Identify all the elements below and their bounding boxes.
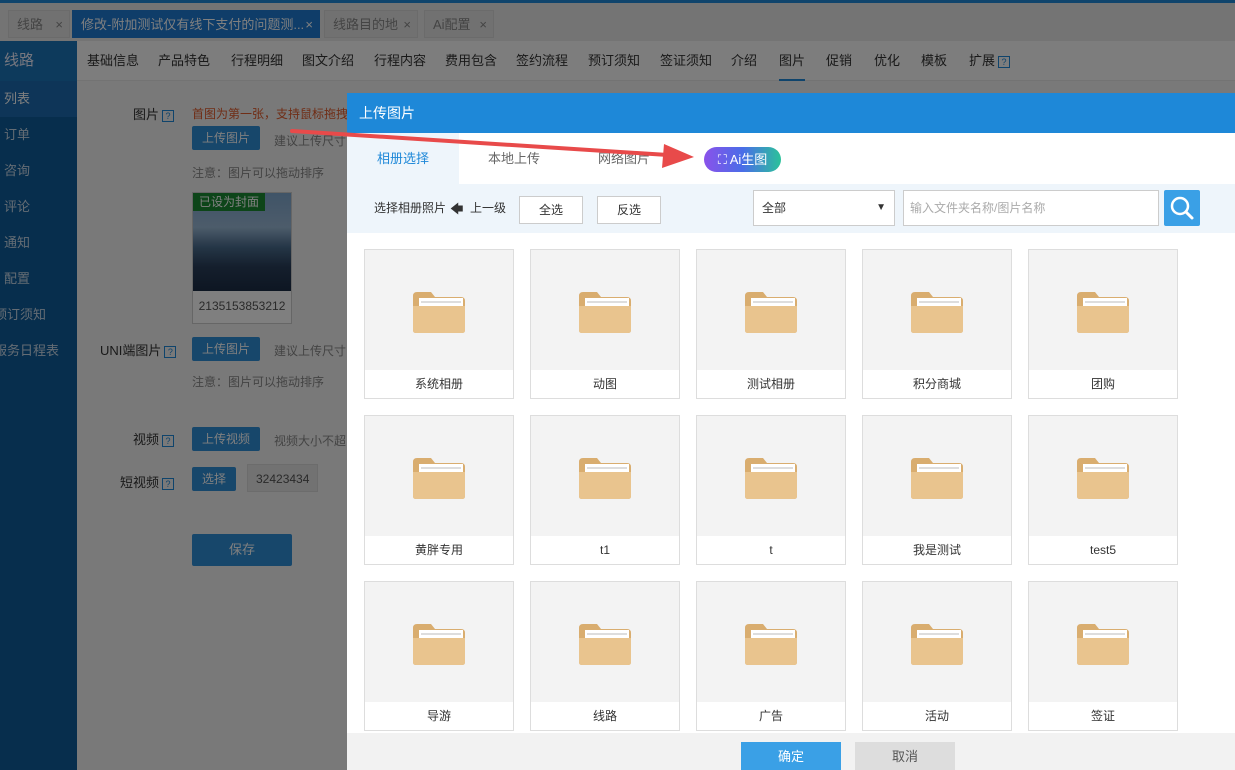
cancel-button[interactable]: 取消 — [855, 742, 955, 770]
album-filter-select[interactable]: 全部 ▼ — [753, 190, 895, 226]
folder-icon — [745, 458, 797, 499]
folder-icon — [911, 292, 963, 333]
folder-card[interactable]: t — [696, 415, 846, 565]
folder-icon — [745, 624, 797, 665]
folder-card[interactable]: test5 — [1028, 415, 1178, 565]
tab-local-upload[interactable]: 本地上传 — [459, 133, 569, 184]
folder-name: 我是测试 — [863, 536, 1011, 564]
tab-album[interactable]: 相册选择 — [347, 133, 459, 184]
folder-name: 活动 — [863, 702, 1011, 730]
folder-icon — [911, 458, 963, 499]
folder-card[interactable]: 系统相册 — [364, 249, 514, 399]
folder-card[interactable]: 导游 — [364, 581, 514, 731]
search-icon — [1170, 196, 1194, 220]
folder-icon — [413, 292, 465, 333]
folder-card[interactable]: 签证 — [1028, 581, 1178, 731]
folder-icon — [911, 624, 963, 665]
folder-icon — [579, 624, 631, 665]
ai-sparkle-icon: ⛶ — [717, 152, 730, 167]
folder-name: 积分商城 — [863, 370, 1011, 398]
folder-icon — [579, 458, 631, 499]
select-all-button[interactable]: 全选 — [519, 196, 583, 224]
back-link[interactable]: 上一级 — [470, 184, 506, 233]
folder-name: 动图 — [531, 370, 679, 398]
search-input[interactable]: 输入文件夹名称/图片名称 — [903, 190, 1159, 226]
folder-name: 黄胖专用 — [365, 536, 513, 564]
folder-icon — [579, 292, 631, 333]
folder-card[interactable]: 广告 — [696, 581, 846, 731]
folder-grid: 系统相册 动图 测试相册 积分商城 团购黄胖专用 t1 t 我是测试 test5 导游 线路 广告 活动… — [347, 233, 1235, 733]
tab-network-image[interactable]: 网络图片 — [569, 133, 679, 184]
album-filter-value: 全部 — [762, 201, 787, 215]
folder-name: 线路 — [531, 702, 679, 730]
modal-title: 上传图片 — [347, 93, 1235, 133]
chevron-down-icon: ▼ — [876, 202, 886, 213]
ai-button-label: Ai生图 — [729, 152, 768, 167]
folder-name: t1 — [531, 536, 679, 564]
folder-card[interactable]: 积分商城 — [862, 249, 1012, 399]
ai-generate-button[interactable]: ⛶ Ai生图 — [704, 147, 781, 172]
folder-name: test5 — [1029, 536, 1177, 564]
folder-icon — [1077, 458, 1129, 499]
folder-name: 广告 — [697, 702, 845, 730]
folder-icon — [1077, 624, 1129, 665]
modal-footer: 确定 取消 — [347, 733, 1235, 770]
folder-card[interactable]: 我是测试 — [862, 415, 1012, 565]
select-album-label: 选择相册照片 — [374, 201, 447, 215]
folder-name: 测试相册 — [697, 370, 845, 398]
invert-select-button[interactable]: 反选 — [597, 196, 661, 224]
folder-card[interactable]: 测试相册 — [696, 249, 846, 399]
album-toolbar: 选择相册照片 🡄 上一级 全选 反选 全部 ▼ 输入文件夹名称/图片名称 — [347, 184, 1235, 233]
folder-icon — [1077, 292, 1129, 333]
folder-name: t — [697, 536, 845, 564]
modal-tabs: 相册选择 本地上传 网络图片 ⛶ Ai生图 — [347, 133, 1235, 184]
folder-name: 团购 — [1029, 370, 1177, 398]
folder-icon — [745, 292, 797, 333]
folder-name: 导游 — [365, 702, 513, 730]
upload-image-modal: 上传图片 相册选择 本地上传 网络图片 ⛶ Ai生图 选择相册照片 🡄 上一级 … — [347, 93, 1235, 770]
folder-card[interactable]: 黄胖专用 — [364, 415, 514, 565]
folder-icon — [413, 458, 465, 499]
folder-name: 系统相册 — [365, 370, 513, 398]
folder-name: 签证 — [1029, 702, 1177, 730]
folder-icon — [413, 624, 465, 665]
folder-card[interactable]: 团购 — [1028, 249, 1178, 399]
folder-card[interactable]: 线路 — [530, 581, 680, 731]
folder-card[interactable]: 活动 — [862, 581, 1012, 731]
folder-card[interactable]: t1 — [530, 415, 680, 565]
confirm-button[interactable]: 确定 — [741, 742, 841, 770]
search-button[interactable] — [1164, 190, 1200, 226]
back-arrow-icon[interactable]: 🡄 — [450, 184, 463, 233]
folder-card[interactable]: 动图 — [530, 249, 680, 399]
